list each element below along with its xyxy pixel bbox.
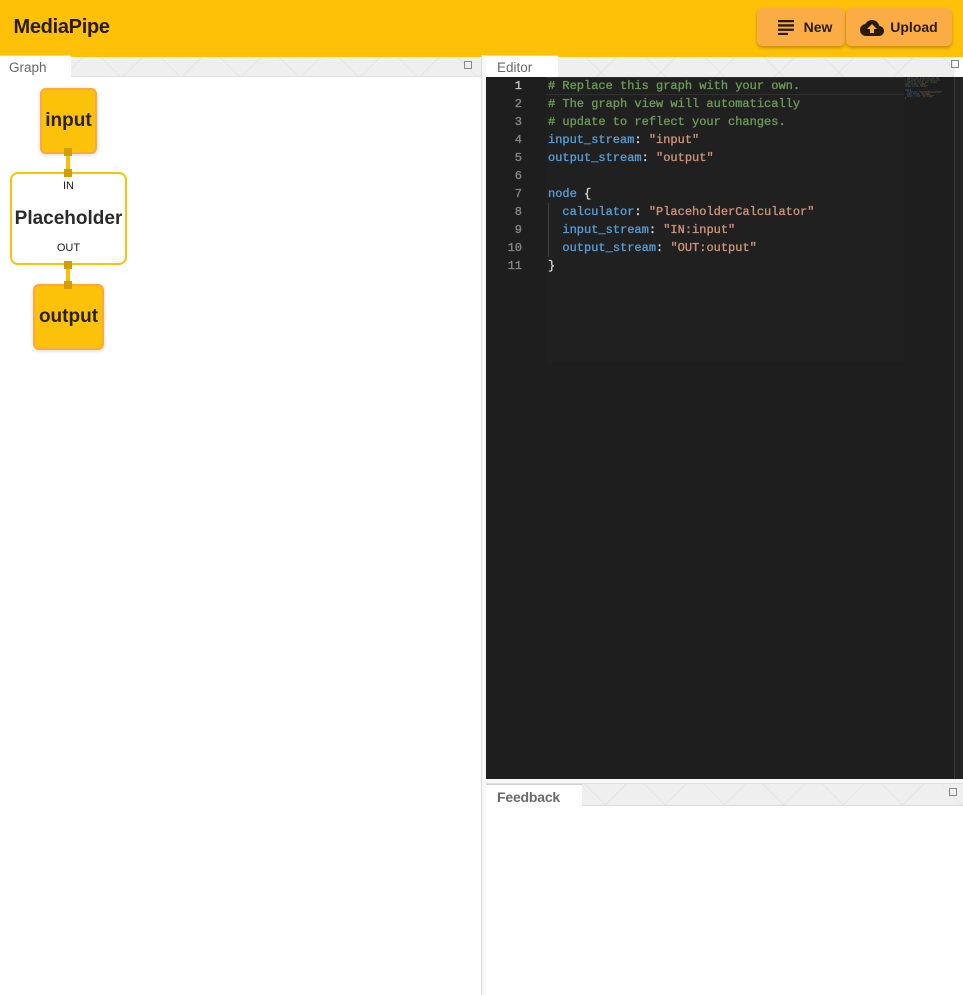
svg-text:# Replace this graph with your: # Replace this graph with your own. [905, 77, 940, 79]
svg-text:}: } [905, 98, 906, 100]
svg-text:node {: node { [905, 90, 911, 92]
